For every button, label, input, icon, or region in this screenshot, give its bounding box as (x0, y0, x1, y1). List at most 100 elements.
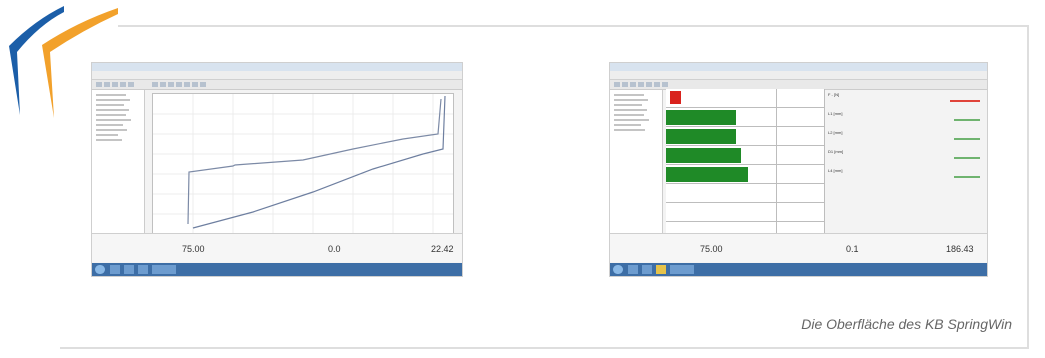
window-menubar (92, 71, 462, 80)
frame-bottom-line (60, 347, 1029, 349)
sidebar-entry[interactable] (614, 104, 642, 106)
status-value-2: 0.0 (328, 244, 341, 254)
sidebar-entry[interactable] (614, 109, 647, 111)
tolerance-bar (666, 110, 736, 125)
sidebar-entry[interactable] (614, 99, 648, 101)
param-label-force: F - [N] (828, 92, 840, 97)
sidebar-entry[interactable] (96, 99, 130, 101)
toolbar-button[interactable] (112, 82, 118, 87)
sidebar-entry[interactable] (614, 124, 641, 126)
start-button-icon[interactable] (95, 265, 105, 274)
taskbar-app-icon[interactable] (138, 265, 148, 274)
screenshot-table-view: F - [N] L1 [mm] L2 [mm] D1 [mm] L4 [mm] … (609, 62, 988, 277)
param-label-d1: D1 [mm] (828, 149, 844, 154)
toolbar-button[interactable] (614, 82, 620, 87)
toolbar-button[interactable] (638, 82, 644, 87)
param-label-l2: L2 [mm] (828, 130, 843, 135)
toolbar-button[interactable] (96, 82, 102, 87)
loading-curve (187, 98, 442, 225)
force-travel-plot (152, 93, 454, 235)
sidebar-entry[interactable] (96, 104, 124, 106)
windows-taskbar (610, 263, 987, 276)
taskbar-app-icon[interactable] (124, 265, 134, 274)
param-value-bar (954, 176, 980, 178)
frame-right-line (1027, 25, 1029, 349)
toolbar-button[interactable] (654, 82, 660, 87)
toolbar-button[interactable] (184, 82, 190, 87)
toolbar-button[interactable] (160, 82, 166, 87)
logo-blue-stroke (9, 6, 64, 115)
toolbar-button[interactable] (662, 82, 668, 87)
window-toolbar (92, 80, 462, 90)
status-bar: 75.00 0.1 186.43 (610, 233, 987, 262)
sidebar-entry[interactable] (614, 119, 649, 121)
table-row[interactable] (666, 146, 824, 165)
toolbar-button[interactable] (630, 82, 636, 87)
window-titlebar (92, 63, 462, 71)
unloading-curve (192, 95, 446, 229)
sidebar-entry[interactable] (96, 109, 129, 111)
sidebar-entry[interactable] (96, 139, 122, 141)
window-titlebar (610, 63, 987, 71)
status-bar: 75.00 0.0 22.42 (92, 233, 462, 262)
table-row[interactable] (666, 108, 824, 127)
status-value-3: 22.42 (431, 244, 454, 254)
image-caption: Die Oberfläche des KB SpringWin (801, 316, 1012, 332)
status-value-1: 75.00 (182, 244, 205, 254)
toolbar-button[interactable] (120, 82, 126, 87)
sidebar-entry[interactable] (96, 134, 118, 136)
sidebar-entry[interactable] (614, 129, 645, 131)
table-row[interactable] (666, 89, 824, 108)
frame-top-line (118, 25, 1029, 27)
taskbar-app-icon[interactable] (152, 265, 176, 274)
screenshot-chart-view: 75.00 0.0 22.42 (91, 62, 463, 277)
start-button-icon[interactable] (613, 265, 623, 274)
sidebar-entry[interactable] (614, 94, 644, 96)
table-row[interactable] (666, 203, 824, 222)
sidebar-entry[interactable] (614, 114, 644, 116)
param-label-l1: L1 [mm] (828, 111, 843, 116)
toolbar-button[interactable] (622, 82, 628, 87)
toolbar-button[interactable] (152, 82, 158, 87)
toolbar-button[interactable] (168, 82, 174, 87)
table-row[interactable] (666, 127, 824, 146)
status-value-2: 0.1 (846, 244, 859, 254)
parameter-sidebar (610, 90, 663, 234)
status-value-1: 75.00 (700, 244, 723, 254)
sidebar-entry[interactable] (96, 129, 127, 131)
sidebar-entry[interactable] (96, 124, 123, 126)
window-menubar (610, 71, 987, 80)
toolbar-button[interactable] (176, 82, 182, 87)
taskbar-app-icon[interactable] (656, 265, 666, 274)
param-value-bar (954, 157, 980, 159)
tolerance-bar (666, 129, 736, 144)
toolbar-button[interactable] (646, 82, 652, 87)
sidebar-entry[interactable] (96, 94, 126, 96)
param-label-l4: L4 [mm] (828, 168, 843, 173)
table-row[interactable] (666, 184, 824, 203)
param-value-bar (954, 119, 980, 121)
toolbar-button[interactable] (128, 82, 134, 87)
param-value-bar (954, 138, 980, 140)
toolbar-button[interactable] (104, 82, 110, 87)
alarm-indicator (670, 91, 681, 104)
taskbar-app-icon[interactable] (670, 265, 694, 274)
taskbar-app-icon[interactable] (628, 265, 638, 274)
sidebar-entry[interactable] (96, 119, 131, 121)
table-column-divider (776, 89, 777, 236)
table-row[interactable] (666, 165, 824, 184)
toolbar-button[interactable] (192, 82, 198, 87)
taskbar-app-icon[interactable] (110, 265, 120, 274)
tolerance-bar (666, 167, 748, 182)
taskbar-app-icon[interactable] (642, 265, 652, 274)
windows-taskbar (92, 263, 462, 276)
table-column-divider (824, 89, 825, 236)
parameter-sidebar (92, 90, 145, 234)
sidebar-entry[interactable] (96, 114, 126, 116)
tolerance-table (666, 89, 824, 241)
plot-canvas (153, 94, 453, 234)
tolerance-bar (666, 148, 741, 163)
status-value-3: 186.43 (946, 244, 974, 254)
param-value-bar (950, 100, 980, 102)
toolbar-button[interactable] (200, 82, 206, 87)
